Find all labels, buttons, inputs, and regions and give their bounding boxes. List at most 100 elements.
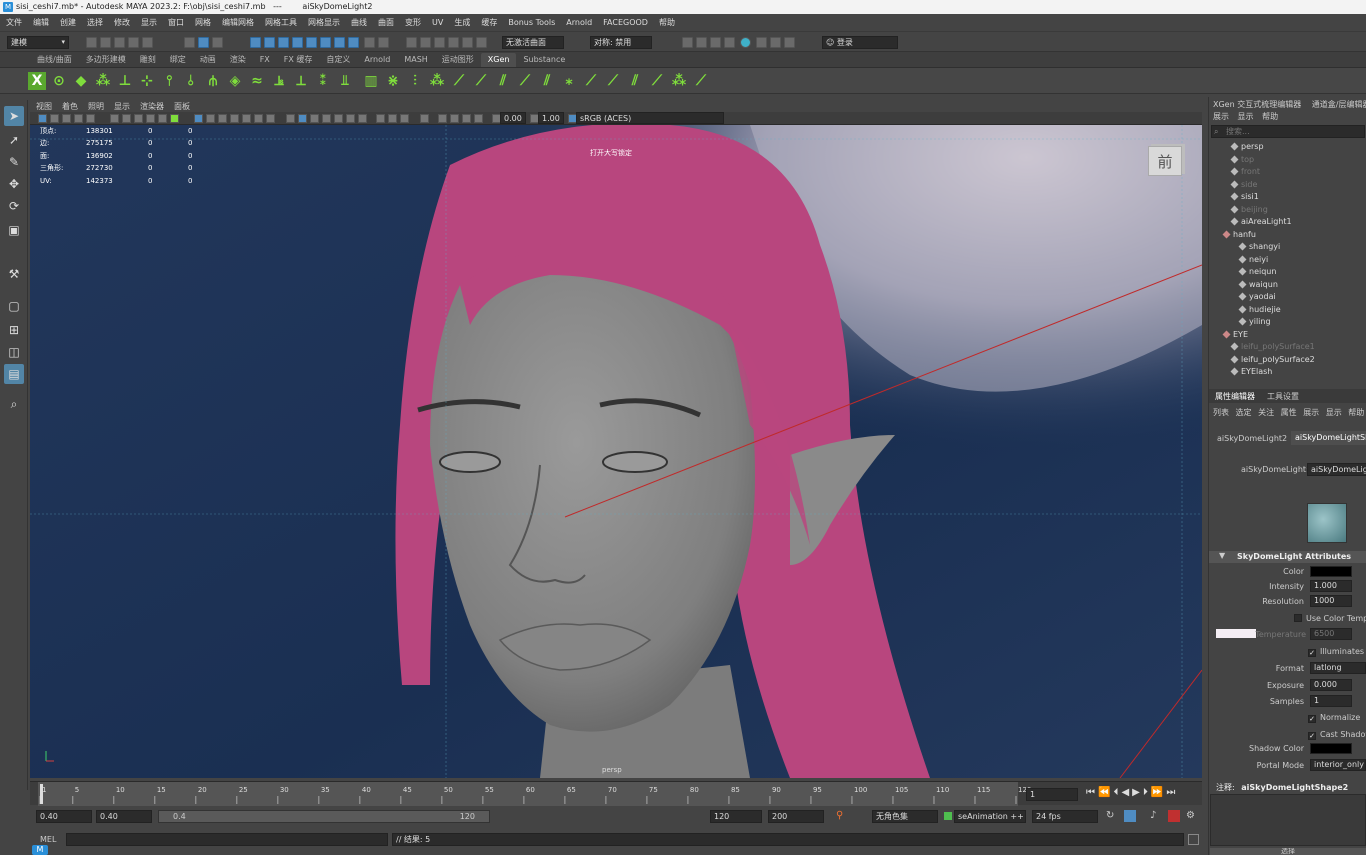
anim-layer-field[interactable]: seAnimation ++ <box>954 810 1026 823</box>
xgen-brush-6-icon[interactable]: ⫽ <box>494 72 512 90</box>
exposure-attr-field[interactable]: 0.000 <box>1310 679 1352 691</box>
intensity-field[interactable]: 1.000 <box>1310 580 1352 592</box>
construction-history-icon[interactable] <box>434 37 445 48</box>
outliner-item[interactable]: front <box>1209 166 1366 179</box>
select-object-icon[interactable] <box>198 37 209 48</box>
panel-menu-view[interactable]: 视图 <box>36 101 52 112</box>
panel-layout-3-icon[interactable] <box>710 37 721 48</box>
shading-ball-3-icon[interactable] <box>400 114 409 123</box>
outliner-item[interactable]: neiqun <box>1209 266 1366 279</box>
hypershade-icon[interactable] <box>740 37 751 48</box>
normalize-row[interactable]: ✓ Normalize <box>1308 713 1360 723</box>
outliner-item[interactable]: EYE <box>1209 329 1366 342</box>
outliner-item[interactable]: yaodai <box>1209 291 1366 304</box>
xgen-groom-icon[interactable]: ◆ <box>72 72 90 90</box>
cast-shadows-checkbox[interactable]: ✓ <box>1308 732 1316 740</box>
snap-curve-icon[interactable] <box>264 37 275 48</box>
cache-icon[interactable] <box>1124 810 1136 822</box>
camera-attr-icon[interactable] <box>50 114 59 123</box>
xgen-comb-icon[interactable]: ≈ <box>248 72 266 90</box>
select-hierarchy-icon[interactable] <box>184 37 195 48</box>
four-view-icon[interactable]: ⊞ <box>4 320 24 340</box>
lights-icon[interactable] <box>242 114 251 123</box>
zoom-icon[interactable]: ⌕ <box>4 394 24 414</box>
select-camera-icon[interactable] <box>38 114 47 123</box>
resolution-gate-icon[interactable] <box>146 114 155 123</box>
camera-settings-icon[interactable] <box>450 114 459 123</box>
auto-key-icon[interactable]: ⚲ <box>836 810 843 821</box>
pause-icon[interactable] <box>784 37 795 48</box>
current-frame-field[interactable]: 1 <box>1026 788 1078 801</box>
play-back-icon[interactable]: ◀ <box>1121 787 1132 798</box>
move-tool-icon[interactable]: ✥ <box>4 174 24 194</box>
menu-mesh[interactable]: 网格 <box>195 17 211 28</box>
format-dropdown[interactable]: latlong <box>1310 662 1366 674</box>
tab-attribute-editor[interactable]: 属性编辑器 <box>1215 391 1255 402</box>
script-editor-icon[interactable] <box>1188 834 1199 845</box>
grid-icon[interactable] <box>122 114 131 123</box>
outliner-search[interactable]: ⌕ <box>1211 125 1365 138</box>
menu-cache[interactable]: 缓存 <box>481 17 497 28</box>
last-tool-icon[interactable]: ⚒ <box>4 264 24 284</box>
outliner-item[interactable]: side <box>1209 179 1366 192</box>
snap-point-icon[interactable] <box>278 37 289 48</box>
undo-icon[interactable] <box>128 37 139 48</box>
panel-menu-renderer[interactable]: 渲染器 <box>140 101 164 112</box>
xgen-rebuild-icon[interactable]: ⫰ <box>182 72 200 90</box>
panel-layout-4-icon[interactable] <box>724 37 735 48</box>
character-set-field[interactable]: 无角色集 <box>872 810 938 823</box>
menu-generate[interactable]: 生成 <box>454 17 470 28</box>
xgen-noise-icon[interactable]: ⁑ <box>314 72 332 90</box>
shelf-tab-xgen[interactable]: XGen <box>480 52 517 67</box>
film-gate-icon[interactable] <box>134 114 143 123</box>
shading-ball-2-icon[interactable] <box>388 114 397 123</box>
motion-blur-icon[interactable] <box>310 114 319 123</box>
xgen-brush-14-icon[interactable]: ⁂ <box>670 72 688 90</box>
outliner-item[interactable]: aiAreaLight1 <box>1209 216 1366 229</box>
shelf-tab-animation[interactable]: 动画 <box>193 54 223 65</box>
shelf-tab-custom[interactable]: 自定义 <box>319 54 357 65</box>
xgen-brush-10-icon[interactable]: ⟋ <box>582 72 600 90</box>
shelf-tab-substance[interactable]: Substance <box>516 55 572 64</box>
login-dropdown[interactable]: ☺ 登录 <box>822 36 898 49</box>
resolution-field[interactable]: 1000 <box>1310 595 1352 607</box>
input-ops-icon[interactable] <box>406 37 417 48</box>
range-slider[interactable]: 0.4 120 <box>158 810 490 823</box>
render-view-icon[interactable] <box>448 37 459 48</box>
outliner-item[interactable]: sisi1 <box>1209 191 1366 204</box>
xgen-clump-icon[interactable]: ⫡ <box>270 72 288 90</box>
xgen-brush-9-icon[interactable]: ⁎ <box>560 72 578 90</box>
view-cube[interactable]: 前 <box>1148 146 1182 176</box>
panel-menu-shading[interactable]: 着色 <box>62 101 78 112</box>
panel-menu-lighting[interactable]: 照明 <box>88 101 104 112</box>
snap-view-icon[interactable] <box>292 37 303 48</box>
ao-icon[interactable] <box>298 114 307 123</box>
scale-tool-icon[interactable]: ▣ <box>4 220 24 240</box>
outliner-item[interactable]: yiling <box>1209 316 1366 329</box>
xgen-brush-3-icon[interactable]: ⁂ <box>428 72 446 90</box>
playback-controls[interactable]: ⏮⏪⏴◀▶⏵⏩⏭ <box>1086 787 1178 798</box>
rotate-tool-icon[interactable]: ⟳ <box>4 196 24 216</box>
use-color-temp-row[interactable]: Use Color Temperature <box>1294 614 1366 623</box>
attr-menu-help[interactable]: 帮助 <box>1348 408 1364 417</box>
bookmark-icon[interactable] <box>62 114 71 123</box>
wire-on-shaded-icon[interactable] <box>218 114 227 123</box>
outliner-item[interactable]: persp <box>1209 141 1366 154</box>
gate-mask-icon[interactable] <box>158 114 167 123</box>
illuminates-checkbox[interactable]: ✓ <box>1308 649 1316 657</box>
shelf-tab-fx-cache[interactable]: FX 缓存 <box>277 54 320 65</box>
open-scene-icon[interactable] <box>100 37 111 48</box>
xgen-length-icon[interactable]: ⫫ <box>336 72 354 90</box>
xgen-create-description-icon[interactable]: ⊙ <box>50 72 68 90</box>
menu-mesh-tools[interactable]: 网格工具 <box>265 17 297 28</box>
select-tool-icon[interactable]: ➤ <box>4 106 24 126</box>
outliner-item[interactable]: leifu_polySurface1 <box>1209 341 1366 354</box>
outliner-item[interactable]: hanfu <box>1209 229 1366 242</box>
start-time-field[interactable]: 0.40 <box>36 810 92 823</box>
outliner-menu-help[interactable]: 帮助 <box>1262 112 1278 121</box>
menu-edit[interactable]: 编辑 <box>33 17 49 28</box>
notes-textarea[interactable] <box>1210 794 1366 846</box>
shelf-tab-sculpt[interactable]: 雕刻 <box>133 54 163 65</box>
outliner-item[interactable]: leifu_polySurface2 <box>1209 354 1366 367</box>
shelf-tab-motion-graphics[interactable]: 运动图形 <box>435 54 481 65</box>
